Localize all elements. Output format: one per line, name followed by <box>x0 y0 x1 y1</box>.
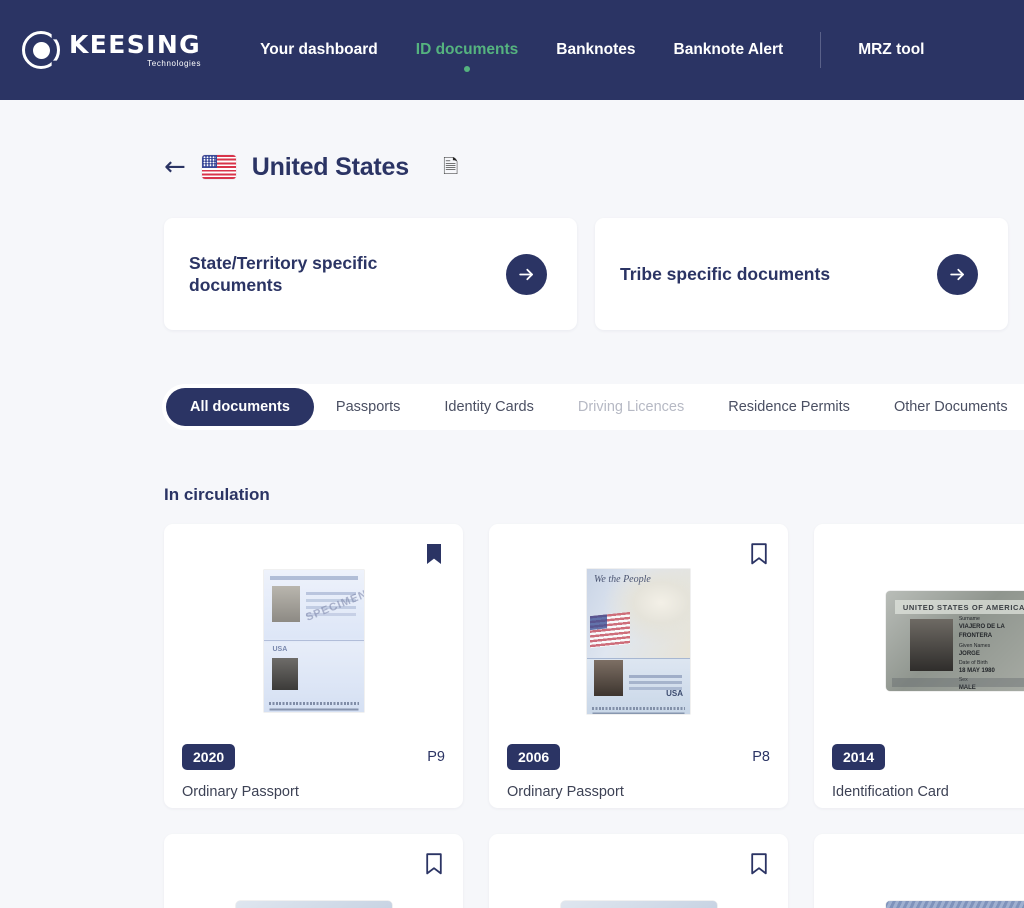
year-badge: 2014 <box>832 744 886 770</box>
bookmark-outline-icon[interactable] <box>751 543 767 565</box>
tab-label: Passports <box>335 399 401 415</box>
nav-label: Banknote Alert <box>673 41 784 58</box>
top-navigation-bar: KEESING Technologies Your dashboard ID d… <box>0 0 1024 100</box>
document-card[interactable]: UNITED STATES OF AMERICA Surname VIAJERO… <box>814 524 1024 808</box>
thumb-script-text: We the People <box>594 573 651 585</box>
nav-item-id-documents[interactable]: ID documents <box>397 0 537 100</box>
bookmark-outline-icon[interactable] <box>426 853 442 875</box>
document-card[interactable]: GLOBAL ENTRY Surname/Nom de famille/Apel… <box>814 834 1024 908</box>
year-badge: 2006 <box>507 744 561 770</box>
nav-items: Your dashboard ID documents Banknotes Ba… <box>241 0 943 100</box>
promo-card-title: State/Territory specific documents <box>189 252 378 295</box>
document-card[interactable]: UNITED STATES OF AMERICA ★ PASSPORT CARD… <box>489 834 788 908</box>
page-content: ← United States 🗎 State/Territory specif… <box>0 134 1024 908</box>
document-info-icon[interactable]: 🗎 <box>443 157 458 177</box>
nav-item-banknote-alert[interactable]: Banknote Alert <box>655 0 803 100</box>
thumb-header-text: UNITED STATES OF AMERICA <box>902 602 1024 612</box>
document-code: P8 <box>752 749 770 765</box>
bookmark-outline-icon[interactable] <box>751 853 767 875</box>
document-thumbnail: UNITED STATES OF AMERICA ★ PASSPORT CARD… <box>182 864 445 908</box>
document-thumbnail: We the People USA <box>507 554 770 728</box>
passport-card-thumb-b: UNITED STATES OF AMERICA ★ PASSPORT CARD… <box>560 901 717 908</box>
promo-card-row: State/Territory specific documents Tribe… <box>164 218 1024 330</box>
state-territory-specific-documents-card[interactable]: State/Territory specific documents <box>164 218 577 330</box>
tab-passports[interactable]: Passports <box>314 388 422 426</box>
bookmark-filled-icon[interactable] <box>426 543 442 565</box>
nav-item-mrz-tool[interactable]: MRZ tool <box>839 0 943 100</box>
border-crossing-card-thumb: UNITED STATES OF AMERICA Surname VIAJERO… <box>885 591 1024 691</box>
tab-list: All documents Passports Identity Cards D… <box>162 384 1024 430</box>
arrow-right-icon[interactable] <box>506 253 547 295</box>
document-thumbnail: UNITED STATES OF AMERICA Surname VIAJERO… <box>832 554 1024 728</box>
thumb-dob-label: Date of Birth <box>958 660 988 667</box>
logo-tagline: Technologies <box>147 59 202 68</box>
tab-all-documents[interactable]: All documents <box>166 388 314 426</box>
document-thumbnail: GLOBAL ENTRY Surname/Nom de famille/Apel… <box>832 864 1024 908</box>
tab-label: All documents <box>190 399 290 415</box>
thumb-country-text: USA <box>666 688 683 698</box>
nav-label: Banknotes <box>556 41 636 58</box>
passport-2020-thumb: SPECIMEN USA <box>263 570 364 712</box>
document-name: Ordinary Passport <box>507 784 624 800</box>
tab-label: Identity Cards <box>444 399 534 415</box>
page-header: ← United States 🗎 <box>164 134 1024 200</box>
document-card[interactable]: SPECIMEN USA 2020 P9 Ordinary Passport <box>164 524 463 808</box>
back-button[interactable]: ← <box>164 154 186 180</box>
document-thumbnail: UNITED STATES OF AMERICA ★ PASSPORT CARD… <box>507 864 770 908</box>
us-flag-icon <box>201 155 236 179</box>
year-badge: 2020 <box>182 744 236 770</box>
thumb-given-value: JORGE <box>958 650 980 657</box>
thumb-country-text: USA <box>272 646 288 653</box>
thumb-surname-label: Surname <box>958 616 980 622</box>
tab-label: Driving Licences <box>577 399 685 415</box>
keesing-logo-icon <box>22 31 60 69</box>
document-thumbnail: SPECIMEN USA <box>182 554 445 728</box>
nav-label: MRZ tool <box>858 41 925 58</box>
passport-2006-thumb: We the People USA <box>587 568 690 714</box>
document-code: P9 <box>427 749 445 765</box>
document-name: Ordinary Passport <box>182 784 299 800</box>
nav-divider <box>820 32 822 68</box>
tab-residence-permits[interactable]: Residence Permits <box>706 388 872 426</box>
promo-card-title: Tribe specific documents <box>620 263 831 284</box>
nav-item-your-dashboard[interactable]: Your dashboard <box>241 0 397 100</box>
global-entry-card-thumb: GLOBAL ENTRY Surname/Nom de famille/Apel… <box>885 901 1024 908</box>
section-title-in-circulation: In circulation <box>164 485 270 504</box>
tab-identity-cards[interactable]: Identity Cards <box>422 388 555 426</box>
tab-label: Other Documents <box>893 399 1008 415</box>
keesing-logo[interactable]: KEESING Technologies <box>22 31 201 69</box>
nav-label: Your dashboard <box>260 41 378 58</box>
document-card[interactable]: UNITED STATES OF AMERICA ★ PASSPORT CARD… <box>164 834 463 908</box>
active-indicator-dot <box>464 66 471 72</box>
tab-driving-licences: Driving Licences <box>556 388 706 426</box>
tab-label: Residence Permits <box>728 399 850 415</box>
document-grid: SPECIMEN USA 2020 P9 Ordinary Passport W… <box>164 524 1024 908</box>
thumb-given-label: Given Names <box>958 642 991 649</box>
arrow-right-icon[interactable] <box>937 253 978 295</box>
passport-card-thumb-a: UNITED STATES OF AMERICA ★ PASSPORT CARD… <box>235 901 392 908</box>
nav-item-banknotes[interactable]: Banknotes <box>537 0 654 100</box>
logo-wordmark: KEESING <box>69 30 202 59</box>
nav-label: ID documents <box>415 41 519 58</box>
thumb-surname-value: VIAJERO DE LA FRONTERA <box>958 624 1005 640</box>
document-type-filter: All documents Passports Identity Cards D… <box>162 384 1024 430</box>
page-title: United States <box>251 152 409 181</box>
document-card[interactable]: We the People USA 2006 P8 Ordinary Passp… <box>489 524 788 808</box>
tab-other-documents[interactable]: Other Documents <box>872 388 1024 426</box>
document-name: Identification Card <box>832 784 949 800</box>
tribe-specific-documents-card[interactable]: Tribe specific documents <box>595 218 1008 330</box>
thumb-dob-value: 18 MAY 1980 <box>958 668 995 675</box>
